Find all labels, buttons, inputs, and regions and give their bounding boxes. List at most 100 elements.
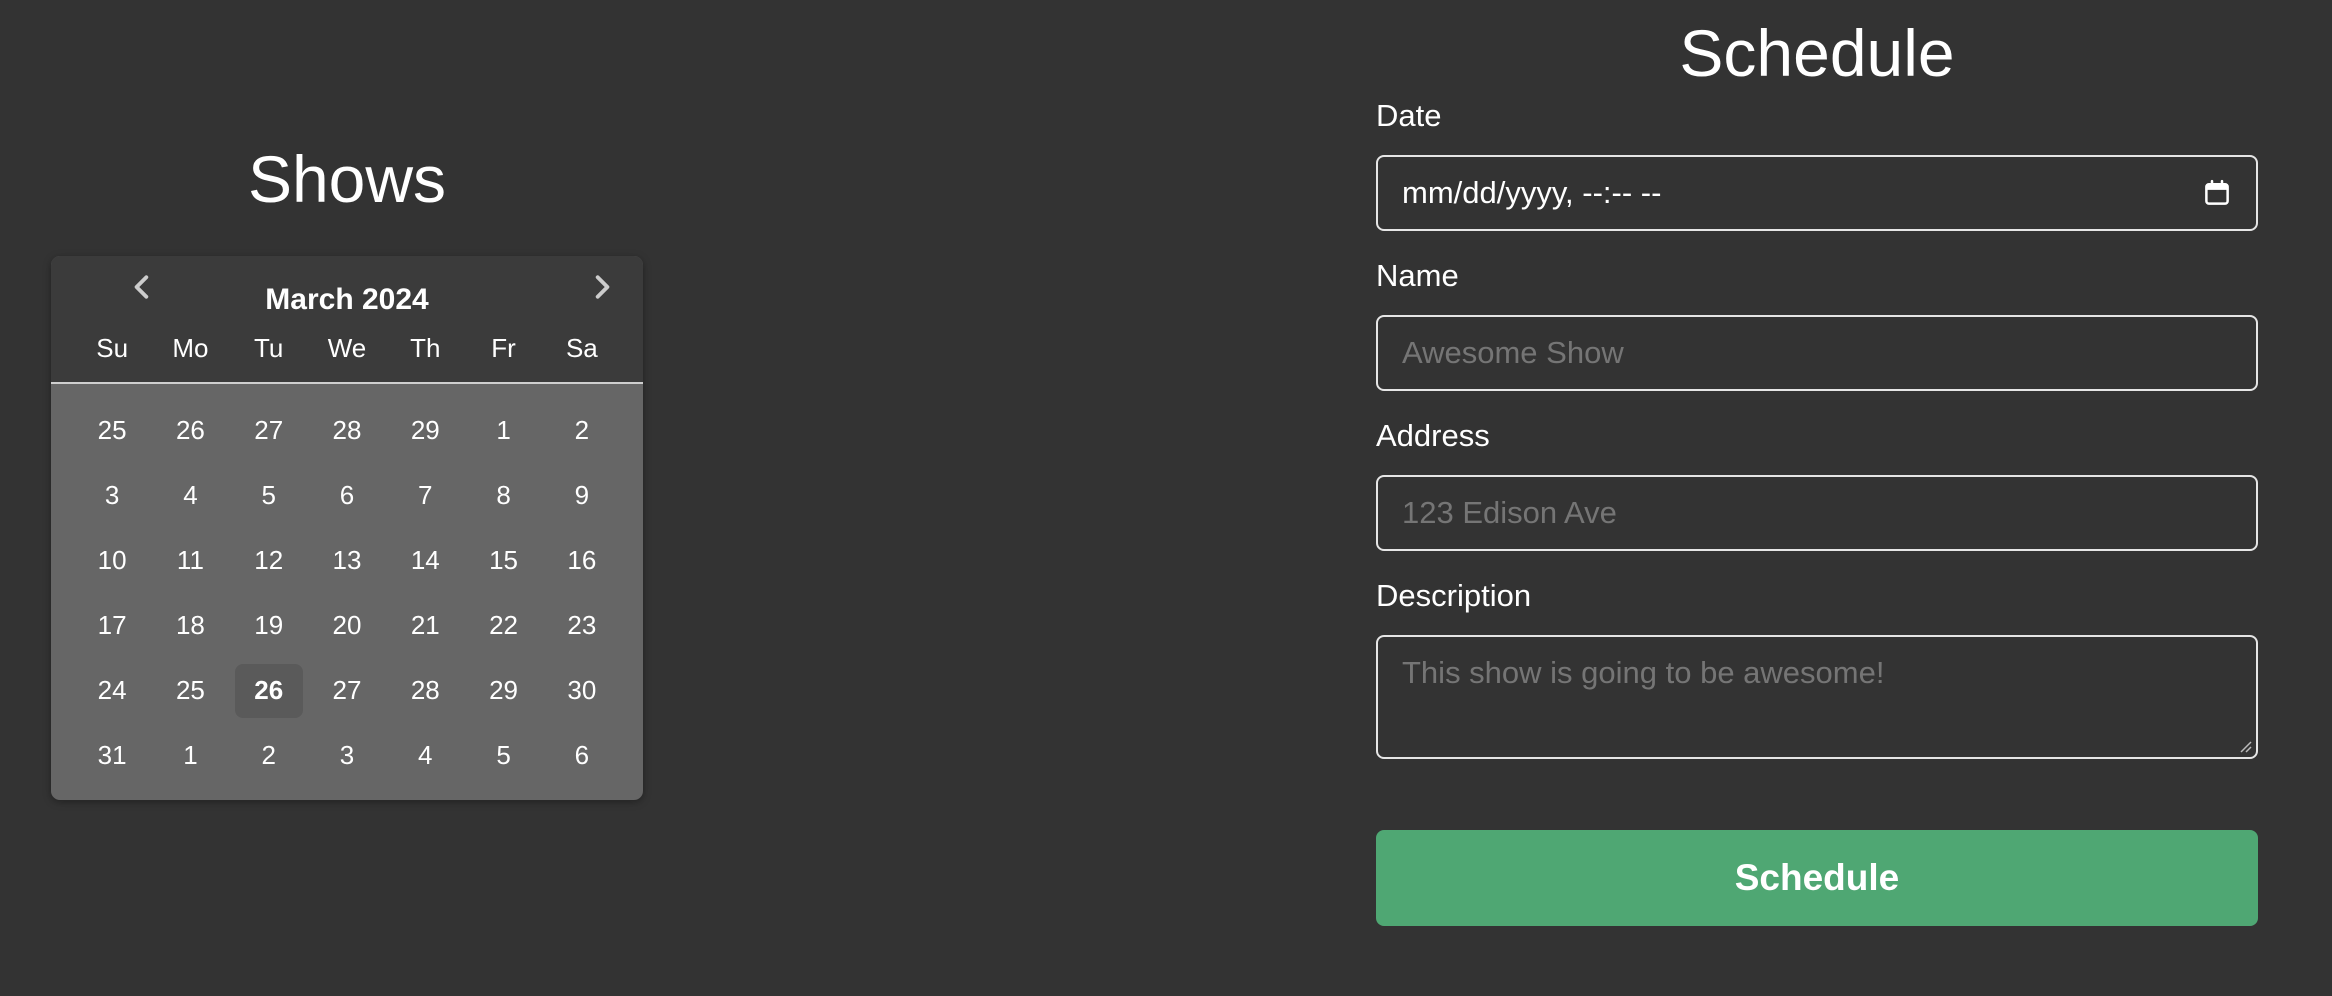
calendar-day[interactable]: 3 (73, 463, 151, 528)
calendar-day[interactable]: 11 (151, 528, 229, 593)
calendar-day[interactable]: 13 (308, 528, 386, 593)
calendar-day[interactable]: 1 (151, 723, 229, 788)
calendar-day[interactable]: 25 (73, 398, 151, 463)
name-label: Name (1376, 258, 1459, 293)
calendar-day-number: 4 (183, 480, 198, 510)
description-label: Description (1376, 578, 1532, 613)
calendar-day-number: 29 (489, 675, 519, 705)
calendar-day[interactable]: 30 (543, 658, 621, 723)
calendar-day[interactable]: 7 (386, 463, 464, 528)
calendar-day-number: 26 (175, 415, 205, 445)
calendar-day[interactable]: 26 (151, 398, 229, 463)
calendar-day-number: 28 (410, 675, 440, 705)
description-textarea-placeholder: This show is going to be awesome! (1402, 655, 1885, 690)
calendar-day-number: 2 (261, 740, 276, 770)
calendar-day-number: 25 (175, 675, 205, 705)
calendar-day[interactable]: 31 (73, 723, 151, 788)
calendar-day-number: 5 (496, 740, 511, 770)
calendar-day-number: 1 (496, 415, 511, 445)
calendar-day[interactable]: 6 (308, 463, 386, 528)
calendar-day-number: 21 (410, 610, 440, 640)
calendar-day[interactable]: 9 (543, 463, 621, 528)
next-month-button[interactable] (577, 262, 627, 312)
calendar-day[interactable]: 27 (308, 658, 386, 723)
weekday-label: Su (96, 333, 129, 363)
calendar-day-number: 1 (183, 740, 198, 770)
calendar-day[interactable]: 23 (543, 593, 621, 658)
calendar-day[interactable]: 25 (151, 658, 229, 723)
calendar-day-number: 24 (97, 675, 127, 705)
calendar-day[interactable]: 8 (464, 463, 542, 528)
weekday-label: Th (410, 333, 441, 363)
calendar-day-number: 26 (234, 663, 303, 718)
calendar-day-number: 23 (567, 610, 597, 640)
weekday-label: Tu (254, 333, 284, 363)
address-label: Address (1376, 418, 1490, 453)
calendar-day[interactable]: 16 (543, 528, 621, 593)
calendar-day[interactable]: 28 (308, 398, 386, 463)
calendar-day-number: 19 (254, 610, 284, 640)
calendar-day[interactable]: 28 (386, 658, 464, 723)
calendar-day-number: 14 (410, 545, 440, 575)
calendar-day[interactable]: 19 (230, 593, 308, 658)
page: Shows March 2024 Su Mo Tu We Th Fr Sa 25 26 27 28… (0, 0, 2332, 996)
calendar-day[interactable]: 27 (230, 398, 308, 463)
calendar-day[interactable]: 10 (73, 528, 151, 593)
calendar-day-number: 4 (418, 740, 433, 770)
calendar-day-number: 30 (567, 675, 597, 705)
calendar-day[interactable]: 22 (464, 593, 542, 658)
calendar-day-number: 3 (104, 480, 120, 510)
address-input[interactable]: 123 Edison Ave (1376, 475, 2258, 551)
calendar-day[interactable]: 2 (543, 398, 621, 463)
calendar-day[interactable]: 17 (73, 593, 151, 658)
calendar-day[interactable]: 24 (73, 658, 151, 723)
calendar-day-number: 6 (339, 480, 355, 510)
weekday-label: We (327, 333, 367, 363)
calendar-day-number: 28 (332, 415, 362, 445)
calendar-day[interactable]: 4 (386, 723, 464, 788)
calendar-day-grid: 25 26 27 28 29 1 2 3 4 5 6 7 8 9 10 11 12 13 14 15 16 17 18 19 2… (51, 384, 643, 788)
weekday-label: Mo (172, 333, 209, 363)
calendar-day-number: 9 (574, 480, 590, 510)
calendar-day-number: 17 (97, 610, 127, 640)
calendar-day-number: 27 (332, 675, 362, 705)
calendar-day-number: 10 (97, 545, 127, 575)
date-input[interactable]: mm/dd/yyyy, --:-- -- (1376, 155, 2258, 231)
calendar-day-number: 15 (489, 545, 519, 575)
calendar-day-number: 5 (261, 480, 276, 510)
calendar-day[interactable]: 15 (464, 528, 542, 593)
calendar-day-number: 20 (332, 610, 362, 640)
calendar-day[interactable]: 12 (230, 528, 308, 593)
calendar-day[interactable]: 29 (386, 398, 464, 463)
calendar-day-number: 12 (254, 545, 284, 575)
calendar-day[interactable]: 2 (230, 723, 308, 788)
calendar-day-number: 18 (175, 610, 205, 640)
calendar-day[interactable]: 3 (308, 723, 386, 788)
calendar-day[interactable]: 20 (308, 593, 386, 658)
calendar-day[interactable]: 4 (151, 463, 229, 528)
calendar-day[interactable]: 18 (151, 593, 229, 658)
calendar-day[interactable]: 5 (464, 723, 542, 788)
calendar-day-number: 31 (97, 740, 127, 770)
date-label: Date (1376, 98, 1442, 133)
calendar-day[interactable]: 5 (230, 463, 308, 528)
calendar-day[interactable]: 1 (464, 398, 542, 463)
address-input-placeholder: 123 Edison Ave (1402, 495, 1617, 530)
calendar-day-number: 8 (496, 480, 511, 510)
calendar-day[interactable]: 6 (543, 723, 621, 788)
calendar-day[interactable]: 21 (386, 593, 464, 658)
resize-grip-icon[interactable] (2238, 739, 2252, 753)
schedule-submit-button[interactable]: Schedule (1376, 830, 2258, 926)
name-input-placeholder: Awesome Show (1402, 335, 1624, 370)
description-textarea[interactable]: This show is going to be awesome! (1376, 635, 2258, 759)
shows-title: Shows (247, 142, 447, 216)
calendar-day-number: 2 (574, 415, 590, 445)
chevron-right-icon (595, 275, 610, 299)
calendar-icon[interactable] (2202, 178, 2232, 208)
calendar-day[interactable]: 29 (464, 658, 542, 723)
calendar-day-number: 3 (339, 740, 355, 770)
name-input[interactable]: Awesome Show (1376, 315, 2258, 391)
calendar-day-today[interactable]: 26 (230, 658, 308, 723)
weekday-label: Sa (565, 333, 598, 363)
calendar-day[interactable]: 14 (386, 528, 464, 593)
